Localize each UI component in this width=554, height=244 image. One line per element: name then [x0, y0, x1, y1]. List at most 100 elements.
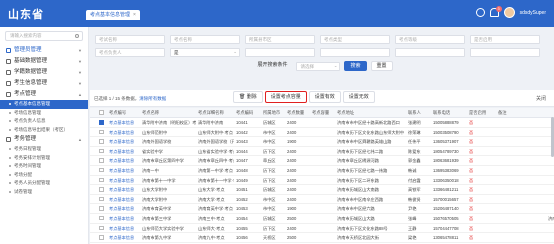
menu-label: 基础数据管理: [14, 58, 48, 64]
column-settings-button[interactable]: 关闭: [536, 95, 546, 102]
row-checkbox[interactable]: [99, 187, 104, 192]
table-cell[interactable]: 考点基本信息: [107, 214, 140, 223]
table-cell: 2400: [287, 225, 297, 231]
row-checkbox[interactable]: [99, 196, 104, 202]
search-button[interactable]: 搜索: [344, 61, 367, 71]
table-row[interactable]: 考点基本信息济南市第十一中学 济南市第十一中学·考点10449 历下区 2400 济南市…: [90, 176, 554, 186]
sidebar-sub-item[interactable]: 考务时间管理: [0, 162, 88, 171]
table-cell[interactable]: 考点基本信息: [107, 166, 140, 175]
chevron-up-icon: ▲: [78, 137, 82, 142]
filter-field[interactable]: [395, 48, 465, 57]
sidebar-sub-item[interactable]: 考点基本信息管理: [0, 100, 88, 109]
table-row[interactable]: 考点基本信息 省实验中学 山东省实验中学·考点 10444 历下区 2400 济南市历下区经…: [90, 147, 554, 157]
table-cell[interactable]: 考点基本信息: [107, 204, 140, 213]
sidebar-sub-item[interactable]: 考务人员分配管理: [0, 179, 88, 188]
table-row[interactable]: 考点基本信息 山东大学附中 山东大学·考点 10451 历城区 2400 济南市历城区山大南…: [90, 185, 554, 195]
close-icon[interactable]: ×: [133, 10, 136, 20]
row-checkbox[interactable]: [99, 167, 104, 173]
row-checkbox[interactable]: [99, 139, 104, 144]
filter-field[interactable]: [245, 48, 315, 57]
table-cell: 济南市历城区山大南路: [337, 187, 379, 193]
sidebar-search-input[interactable]: 请输入搜索内容: [5, 31, 83, 41]
table-row[interactable]: 考点基本信息济南外国语学校 济南外国语学校（开元校区）10443 市中区 1900 济南…: [90, 137, 554, 147]
row-checkbox[interactable]: [99, 177, 104, 183]
sidebar-sub-item[interactable]: 试卷管理: [0, 188, 88, 197]
reset-button[interactable]: 重置: [370, 61, 393, 71]
table-cell: 2400: [287, 177, 297, 183]
filter-field[interactable]: 考点类型: [320, 35, 390, 44]
table-cell: [90, 118, 107, 127]
table-row[interactable]: 考点基本信息 济南市章丘区第四中学 济南市章丘四中·考点 10447 章丘区 2400 济南…: [90, 156, 554, 166]
sidebar-sub-item[interactable]: 考场信息导出结果（考区）: [0, 126, 88, 135]
sidebar-sub-item[interactable]: 考务日程管理: [0, 145, 88, 154]
column-header: 考点详细名称: [198, 110, 224, 115]
table-cell[interactable]: 考点基本信息: [107, 195, 140, 204]
toolbar-button[interactable]: 设置考点容量: [264, 91, 307, 103]
table-cell[interactable]: 考点基本信息: [107, 137, 140, 146]
search-icon[interactable]: [75, 34, 79, 38]
sidebar-sub-item[interactable]: 考点负责人信息: [0, 117, 88, 126]
filter-field[interactable]: 考点名称: [170, 35, 240, 44]
filter-field[interactable]: [320, 48, 390, 57]
table-row[interactable]: 考点基本信息 济南一中 济南第一中学·考点 10448 历下区 2400 济南市历下区经七路…: [90, 166, 554, 176]
row-checkbox[interactable]: [99, 225, 104, 231]
filter-field[interactable]: 所属县市区: [245, 35, 315, 44]
table-cell[interactable]: 考点基本信息: [107, 156, 140, 165]
table-row[interactable]: 考点基本信息 山东师范附中 山东师大附中·考点 10442 市中区 2400 济南市历下区文…: [90, 128, 554, 138]
column-header: 考点名称: [142, 110, 160, 115]
filter-field[interactable]: 是: [170, 48, 240, 57]
sidebar-menu-item[interactable]: 学籍数据管理 ▼: [0, 67, 88, 78]
clear-selection-link[interactable]: 清除所有数据: [139, 96, 166, 101]
filter-field[interactable]: 考试名称: [95, 35, 165, 44]
menu-icon: [6, 70, 11, 75]
sidebar-menu-item[interactable]: 考生信息管理 ▼: [0, 78, 88, 89]
sidebar-sub-item[interactable]: 考务安排计划管理: [0, 154, 88, 163]
table-row[interactable]: 考点基本信息 济南市第三中学 济南三中·考点 10454 历城区 2500 济南市历城区山大…: [90, 214, 554, 224]
table-cell: 济南市章丘区第四中学: [142, 158, 184, 164]
row-checkbox[interactable]: [99, 120, 104, 125]
settings-icon[interactable]: [475, 8, 485, 17]
table-row[interactable]: 考点基本信息 清华附中济南（明阳校区）考点 清华附中济南 10441 历城区 2400 济南…: [90, 118, 554, 128]
table-cell[interactable]: 考点基本信息: [107, 147, 140, 156]
avatar[interactable]: [503, 7, 515, 18]
row-checkbox[interactable]: [99, 129, 104, 135]
filter-field[interactable]: [470, 48, 540, 57]
sidebar-menu-item[interactable]: 考务管理 ▲: [0, 134, 88, 145]
filter-field[interactable]: 考点等级: [395, 35, 465, 44]
table-row[interactable]: 考点基本信息 济南市育英中学 济南育英中学·考点 10453 市中区 1900 济南市市中区…: [90, 204, 554, 214]
row-checkbox[interactable]: [99, 158, 104, 163]
table-cell[interactable]: 考点基本信息: [107, 128, 140, 137]
toolbar-button[interactable]: 设置无效: [342, 91, 375, 103]
sidebar-menu-item[interactable]: 考点管理 ▲: [0, 89, 88, 100]
sidebar-menu-item[interactable]: 管理员管理 ▼: [0, 45, 88, 56]
filter-field[interactable]: 考点负责人: [95, 48, 165, 57]
select-all-checkbox[interactable]: [99, 110, 104, 115]
bell-icon[interactable]: 3: [489, 6, 502, 17]
user-name[interactable]: sdsdySuper: [520, 10, 546, 16]
table-row[interactable]: 考点基本信息 济南大学附中 济南大学·考点 10452 市中区 2400 济南市市中区南辛庄…: [90, 195, 554, 205]
table-cell[interactable]: 考点基本信息: [107, 176, 140, 185]
column-header: 考点编码: [236, 110, 254, 115]
table-cell[interactable]: 考点基本信息: [107, 185, 140, 194]
toolbar-button[interactable]: 设置有效: [308, 91, 341, 103]
toolbar-button[interactable]: 🗑 删除: [233, 91, 263, 103]
sidebar-sub-item[interactable]: 考场信息管理: [0, 109, 88, 118]
table-row[interactable]: 考点基本信息 济南市第九中学 济南九中·考点 10456 天桥区 2500 济南市天桥区北园…: [90, 233, 554, 243]
table-cell[interactable]: 考点基本信息: [107, 224, 140, 233]
filter-field[interactable]: 是否启用: [470, 35, 540, 44]
table-cell[interactable]: 考点基本信息: [107, 233, 140, 242]
table-cell: 陈爱东: [408, 148, 421, 154]
more-filter-select[interactable]: 请选择: [296, 61, 341, 71]
row-checkbox[interactable]: [99, 148, 104, 154]
table-row[interactable]: 考点基本信息 山东师范大学实验中学 山东师大·考点 10455 历下区 2400 济南市历下…: [90, 224, 554, 234]
row-checkbox[interactable]: [99, 215, 104, 221]
table-cell: 山东师范附中: [142, 129, 168, 135]
sidebar-menu-item[interactable]: 基础数据管理 ▼: [0, 56, 88, 67]
table-cell: 2400: [287, 167, 297, 173]
sidebar-sub-item[interactable]: 考场分配: [0, 171, 88, 180]
table-cell[interactable]: 考点基本信息: [107, 118, 140, 127]
expand-filters-button[interactable]: 展开搜索条件: [252, 61, 292, 71]
tab-exam-site-info[interactable]: 考点基本信息管理 ×: [86, 10, 140, 20]
row-checkbox[interactable]: [99, 206, 104, 211]
row-checkbox[interactable]: [99, 235, 104, 240]
